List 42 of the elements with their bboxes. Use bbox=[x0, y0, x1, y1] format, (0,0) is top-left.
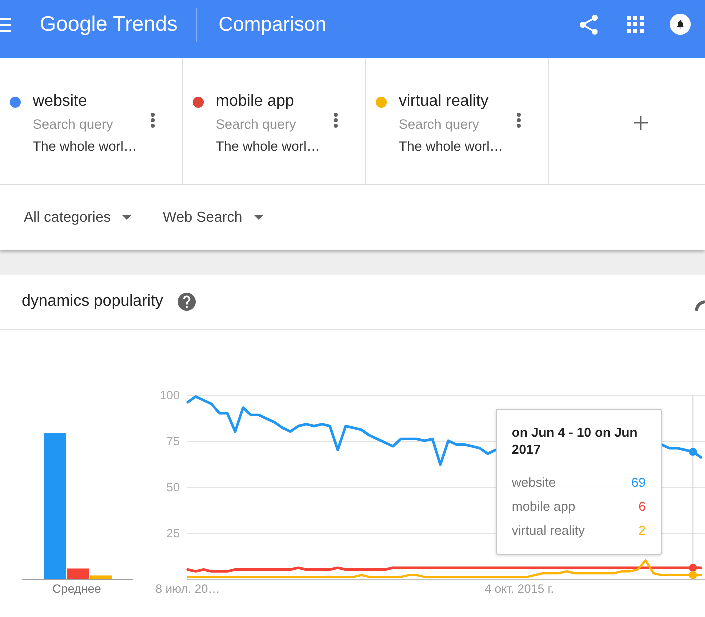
more-options-icon[interactable] bbox=[334, 113, 338, 128]
point-marker-icon bbox=[689, 571, 698, 580]
x-axis-label: 8 июл. 20… bbox=[156, 582, 220, 596]
filter-dropdown[interactable]: Web Search bbox=[163, 208, 264, 228]
query-type-label: Search query bbox=[399, 116, 480, 134]
x-axis-label: 4 окт. 2015 г. bbox=[484, 582, 554, 596]
tooltip-value: 69 bbox=[632, 474, 646, 492]
caret-icon bbox=[254, 215, 264, 220]
more-options-icon[interactable] bbox=[517, 113, 521, 128]
y-axis-label: 75 bbox=[166, 434, 180, 448]
region-label: The whole worl… bbox=[399, 138, 504, 156]
apps-grid-icon[interactable] bbox=[627, 16, 644, 33]
section-title: dynamics popularity bbox=[22, 292, 164, 312]
logo[interactable]: Google Trends bbox=[40, 12, 178, 38]
search-term: virtual reality bbox=[399, 92, 490, 112]
query-type-label: Search query bbox=[33, 116, 114, 134]
add-icon[interactable] bbox=[634, 116, 648, 130]
search-term: mobile app bbox=[216, 92, 296, 112]
tooltip-value: 6 bbox=[638, 498, 646, 516]
y-axis-label: 25 bbox=[166, 526, 180, 540]
tooltip-series-label: mobile app bbox=[512, 498, 576, 516]
y-axis-label: 50 bbox=[166, 480, 180, 494]
help-icon[interactable] bbox=[178, 293, 196, 311]
share-icon[interactable] bbox=[580, 14, 598, 34]
tooltip-series-label: virtual reality bbox=[512, 522, 585, 540]
notification-bell-icon[interactable] bbox=[670, 14, 691, 35]
tooltip-title: on Jun 4 - 10 on Jun 2017 bbox=[512, 424, 639, 458]
point-marker-icon bbox=[689, 448, 698, 456]
filter-dropdown[interactable]: All categories bbox=[24, 208, 132, 228]
search-term: website bbox=[33, 92, 88, 112]
query-type-label: Search query bbox=[216, 116, 298, 134]
menu-icon[interactable] bbox=[0, 18, 11, 32]
tooltip-value: 2 bbox=[638, 522, 646, 540]
point-marker-icon bbox=[689, 564, 698, 572]
page-title: Comparison bbox=[218, 12, 327, 38]
tooltip-series-label: website bbox=[512, 474, 556, 492]
more-options-icon[interactable] bbox=[151, 113, 155, 128]
region-label: The whole worl… bbox=[216, 138, 322, 156]
caret-icon bbox=[122, 215, 132, 220]
y-axis-label: 100 bbox=[160, 388, 180, 402]
bar-category-label: Среднее bbox=[52, 582, 102, 596]
region-label: The whole worl… bbox=[33, 138, 138, 156]
